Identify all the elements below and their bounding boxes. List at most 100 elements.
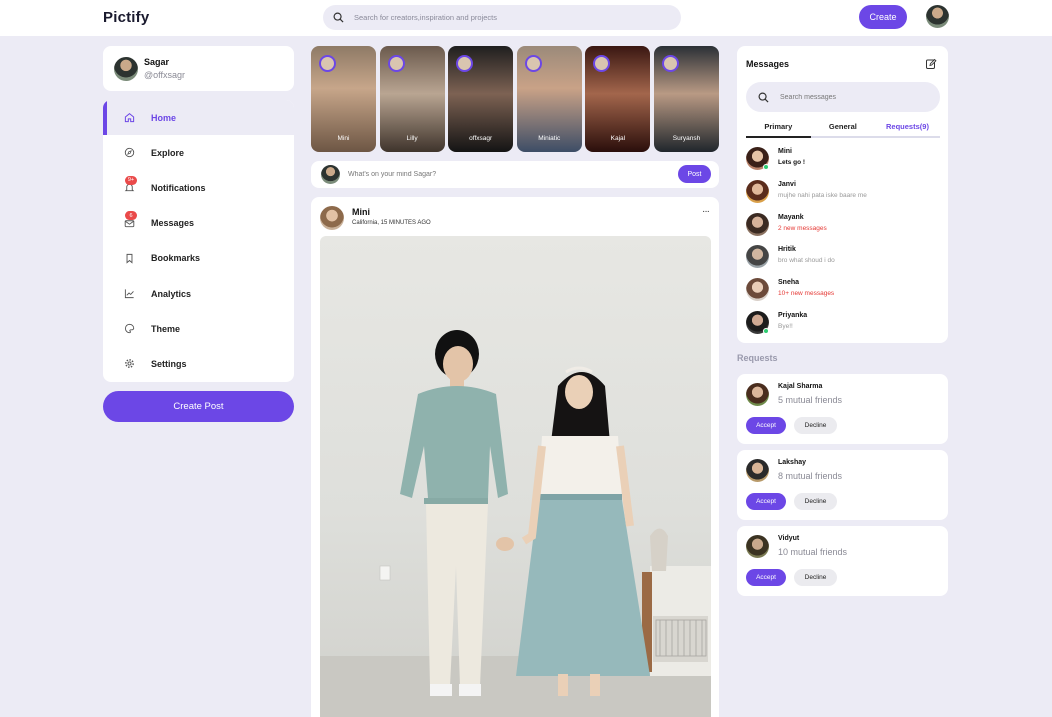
message-sender: Mayank — [778, 213, 804, 221]
post-composer — [311, 161, 719, 188]
bookmark-icon — [123, 252, 135, 264]
profile-card[interactable]: Sagar @offxsagr — [103, 46, 294, 91]
message-item[interactable]: Sneha 10+ new messages — [746, 277, 940, 310]
notification-badge: 9+ — [125, 175, 137, 185]
sidebar-nav: Home Explore 9+ Notifications 6 Messages… — [103, 100, 294, 382]
gear-icon — [123, 358, 135, 370]
post-image[interactable] — [320, 236, 711, 717]
decline-button[interactable]: Decline — [794, 569, 837, 586]
sidebar-item-bookmarks[interactable]: Bookmarks — [103, 241, 294, 276]
message-preview: 10+ new messages — [778, 290, 835, 298]
story-name: Kajal — [610, 135, 626, 142]
post-meta: California, 15 MINUTES AGO — [352, 220, 431, 226]
messages-badge: 6 — [125, 211, 137, 221]
message-search[interactable] — [746, 82, 940, 112]
message-item[interactable]: Mayank 2 new messages — [746, 212, 940, 245]
request-avatar[interactable] — [746, 535, 769, 558]
online-indicator — [763, 327, 769, 334]
sidebar-item-label: Theme — [151, 323, 181, 334]
story-card[interactable]: Suryansh — [653, 46, 719, 152]
story-card[interactable]: Kajal — [585, 46, 651, 152]
post-author-avatar[interactable] — [320, 206, 344, 230]
request-name[interactable]: Kajal Sharma — [778, 383, 822, 390]
sidebar-item-messages[interactable]: 6 Messages — [103, 206, 294, 241]
message-preview: Lets go ! — [778, 159, 806, 166]
messages-title: Messages — [746, 59, 790, 69]
story-name: offxsagr — [469, 135, 493, 142]
mail-icon: 6 — [123, 211, 137, 229]
tab-requests[interactable]: Requests(9) — [875, 120, 940, 136]
tab-primary[interactable]: Primary — [746, 120, 811, 138]
friend-request-card: Kajal Sharma 5 mutual friends Accept Dec… — [737, 374, 948, 444]
mutual-friends: 10 mutual friends — [778, 547, 848, 557]
accept-button[interactable]: Accept — [746, 569, 786, 586]
story-name: Miniatic — [538, 135, 561, 142]
request-avatar[interactable] — [746, 383, 769, 406]
accept-button[interactable]: Accept — [746, 417, 786, 434]
message-avatar — [746, 212, 769, 236]
messages-panel: Messages Primary General Requests(9) Min… — [737, 46, 948, 343]
message-item[interactable]: Hritik bro what shoud i do — [746, 244, 940, 277]
profile-name: Sagar — [144, 57, 170, 67]
compose-edit-icon[interactable] — [925, 58, 937, 70]
top-bar: Pictify Create — [0, 0, 1052, 36]
story-card[interactable]: Mini — [311, 46, 376, 152]
story-card[interactable]: Miniatic — [516, 46, 582, 152]
sidebar-item-explore[interactable]: Explore — [103, 135, 294, 170]
message-sender: Mini — [778, 148, 792, 155]
message-preview: bro what shoud i do — [778, 257, 835, 265]
message-avatar — [746, 179, 769, 203]
chart-icon — [123, 288, 135, 300]
request-name[interactable]: Lakshay — [778, 459, 806, 466]
decline-button[interactable]: Decline — [794, 417, 837, 434]
message-item[interactable]: Priyanka Bye!! — [746, 310, 940, 343]
requests-title: Requests — [737, 353, 778, 363]
message-sender: Janvi — [778, 180, 796, 188]
sidebar-item-home[interactable]: Home — [103, 100, 294, 136]
accept-button[interactable]: Accept — [746, 493, 786, 510]
message-item[interactable]: Janvi mujhe nahi pata iske baare me — [746, 179, 940, 212]
stories-strip: Mini Lilly offxsagr Miniatic Kajal Surya… — [311, 46, 719, 152]
sidebar-item-analytics[interactable]: Analytics — [103, 276, 294, 311]
sidebar-item-label: Analytics — [151, 288, 192, 299]
tab-general[interactable]: General — [811, 120, 876, 136]
composer-avatar — [321, 165, 340, 184]
message-item[interactable]: Mini Lets go ! — [746, 146, 940, 179]
palette-icon — [123, 323, 135, 335]
decline-button[interactable]: Decline — [794, 493, 837, 510]
message-search-input[interactable] — [780, 93, 871, 101]
message-sender: Sneha — [778, 279, 800, 287]
sidebar-item-theme[interactable]: Theme — [103, 311, 294, 346]
global-search[interactable] — [323, 5, 681, 30]
request-name[interactable]: Vidyut — [778, 535, 799, 542]
post-author[interactable]: Mini — [352, 207, 370, 217]
story-name: Suryansh — [672, 135, 701, 142]
sidebar-item-notifications[interactable]: 9+ Notifications — [103, 170, 294, 205]
more-options-icon[interactable]: ··· — [702, 206, 710, 217]
story-card[interactable]: Lilly — [379, 46, 445, 152]
post-button[interactable]: Post — [678, 165, 711, 183]
friend-request-card: Vidyut 10 mutual friends Accept Decline — [737, 526, 948, 596]
message-avatar — [746, 278, 769, 302]
story-avatar — [319, 55, 336, 72]
message-avatar — [746, 245, 769, 269]
sidebar-item-label: Settings — [151, 358, 187, 369]
composer-input[interactable] — [348, 167, 648, 182]
story-avatar — [661, 55, 679, 72]
request-avatar[interactable] — [746, 459, 769, 482]
compass-icon — [123, 147, 135, 159]
user-avatar[interactable] — [926, 5, 949, 28]
sidebar-item-settings[interactable]: Settings — [103, 346, 294, 381]
story-avatar — [387, 55, 405, 72]
message-preview: Bye!! — [778, 322, 793, 330]
message-preview: 2 new messages — [778, 224, 827, 232]
create-post-button[interactable]: Create Post — [103, 391, 294, 422]
sidebar-item-label: Explore — [151, 147, 185, 158]
home-icon — [123, 112, 135, 124]
story-card[interactable]: offxsagr — [448, 46, 514, 152]
create-button[interactable]: Create — [859, 5, 907, 29]
story-avatar — [593, 55, 611, 72]
message-tabs: Primary General Requests(9) — [746, 120, 940, 138]
app-logo[interactable]: Pictify — [103, 9, 149, 26]
search-input[interactable] — [354, 13, 654, 22]
